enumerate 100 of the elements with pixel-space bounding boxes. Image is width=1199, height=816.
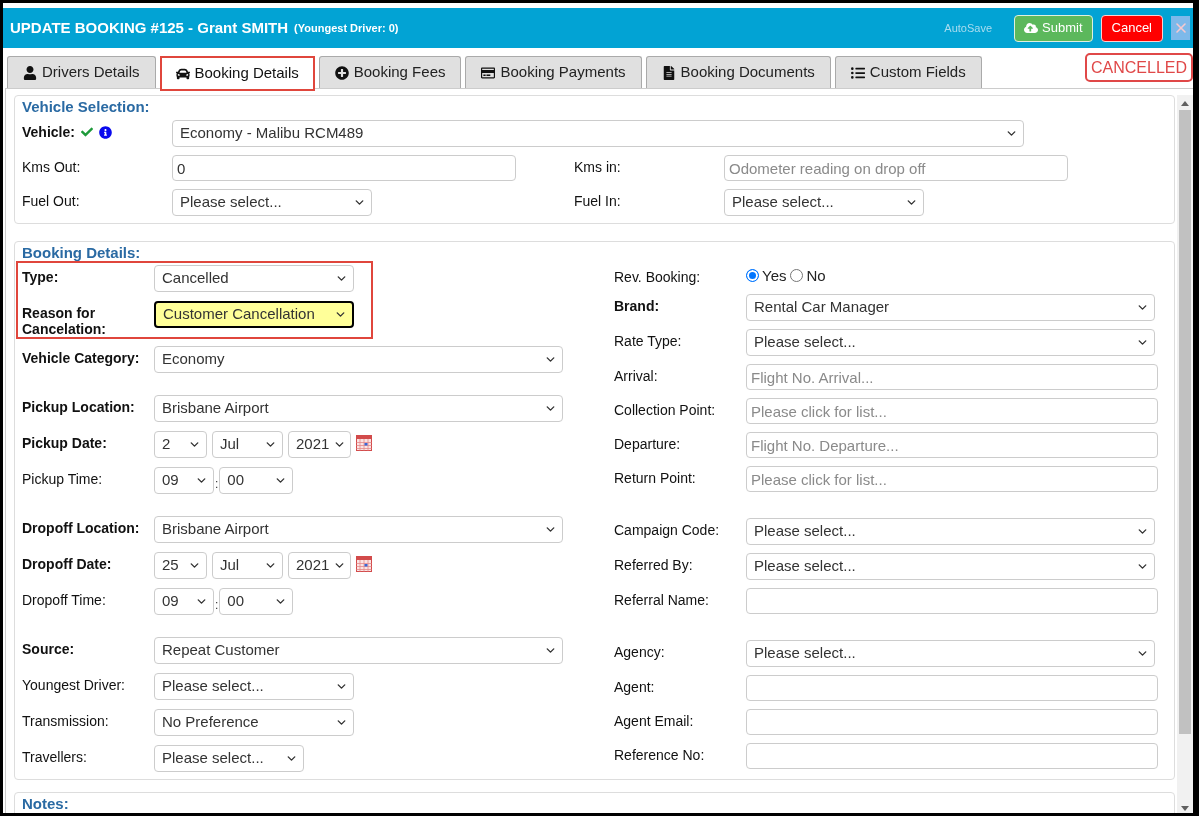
field-label: Campaign Code: <box>614 522 720 538</box>
tab[interactable]: Booking Payments <box>465 56 642 88</box>
field-label: Referral Name: <box>614 592 709 608</box>
scroll-up-icon[interactable] <box>1181 101 1189 106</box>
window-title: UPDATE BOOKING #125 - Grant SMITH <box>10 17 289 38</box>
user-icon <box>23 65 37 80</box>
section-title: Notes: <box>22 795 69 812</box>
dropdown[interactable]: Please select... <box>746 329 1155 356</box>
field-label: Fuel Out: <box>22 193 80 209</box>
car-icon <box>175 66 190 81</box>
dropdown[interactable]: Economy <box>154 346 563 373</box>
status-badge: CANCELLED <box>1084 53 1193 82</box>
radio-option[interactable]: No <box>790 266 826 285</box>
field-label: Pickup Time: <box>22 471 103 487</box>
radio-button[interactable] <box>746 269 759 282</box>
field-label: Agent: <box>614 679 655 695</box>
text-input[interactable]: Please click for list... <box>746 398 1158 424</box>
field-label: Departure: <box>614 436 681 452</box>
section-title: Booking Details: <box>22 244 141 261</box>
calendar-icon[interactable] <box>356 556 372 572</box>
field-label: Transmission: <box>22 713 109 729</box>
field-label: Rate Type: <box>614 333 682 349</box>
field-label: Source: <box>22 641 75 657</box>
calendar-icon[interactable] <box>356 435 372 451</box>
dropdown[interactable]: Brisbane Airport <box>154 395 563 422</box>
field-label: Vehicle: <box>22 124 75 140</box>
text-input[interactable] <box>746 675 1158 701</box>
radio-button[interactable] <box>790 269 804 282</box>
info-icon[interactable] <box>98 125 112 139</box>
tab[interactable]: Booking Details <box>159 56 315 91</box>
scroll-down-icon[interactable] <box>1181 806 1189 811</box>
field-label: Type: <box>22 269 59 285</box>
scrollbar-thumb[interactable] <box>1179 110 1191 734</box>
field-label: Agency: <box>614 644 665 660</box>
dropdown[interactable]: Customer Cancellation <box>154 301 354 328</box>
credit-card-icon <box>481 65 496 80</box>
dropdown[interactable]: 09 <box>154 467 214 494</box>
field-label: Referred By: <box>614 557 693 573</box>
field-label: Kms Out: <box>22 159 81 175</box>
field-label: Pickup Location: <box>22 399 135 415</box>
dropdown[interactable]: 2021 <box>288 552 351 579</box>
dropdown[interactable]: Brisbane Airport <box>154 516 563 543</box>
dropdown[interactable]: 2021 <box>288 431 351 458</box>
tab[interactable]: Booking Fees <box>318 56 462 88</box>
dropdown[interactable]: Please select... <box>154 745 304 772</box>
text-input[interactable] <box>746 709 1158 735</box>
dropdown[interactable]: 00 <box>219 588 294 615</box>
dropdown[interactable]: Please select... <box>746 553 1155 580</box>
autosave-label: AutoSave <box>944 20 993 36</box>
field-label: Kms in: <box>574 159 621 175</box>
document-icon <box>661 65 676 80</box>
text-input[interactable]: Odometer reading on drop off <box>724 155 1068 181</box>
dropdown[interactable]: Please select... <box>172 189 372 216</box>
section-title: Vehicle Selection: <box>22 98 150 115</box>
dropdown[interactable]: No Preference <box>154 709 354 736</box>
field-label: Dropoff Date: <box>22 556 112 572</box>
text-input[interactable] <box>746 743 1158 769</box>
text-input[interactable]: Flight No. Departure... <box>746 432 1158 458</box>
tab[interactable]: Custom Fields <box>834 56 982 88</box>
list-icon <box>850 65 865 80</box>
field-label: Rev. Booking: <box>614 269 701 285</box>
time-separator: : <box>214 478 220 493</box>
text-input[interactable]: Flight No. Arrival... <box>746 364 1158 390</box>
dropdown[interactable]: Please select... <box>154 673 354 700</box>
text-input[interactable]: Please click for list... <box>746 466 1158 492</box>
field-label: Pickup Date: <box>22 435 107 451</box>
cloud-upload-icon <box>1024 21 1039 35</box>
field-label: Youngest Driver: <box>22 677 125 693</box>
field-label: Arrival: <box>614 368 658 384</box>
dropdown[interactable]: 00 <box>219 467 294 494</box>
radio-option[interactable]: Yes <box>746 266 787 285</box>
dropdown[interactable]: 2 <box>154 431 207 458</box>
dropdown[interactable]: Jul <box>212 552 283 579</box>
dropdown[interactable]: Cancelled <box>154 265 354 292</box>
dropdown[interactable]: 25 <box>154 552 207 579</box>
tab[interactable]: Drivers Details <box>7 56 156 88</box>
dropdown[interactable]: Rental Car Manager <box>746 294 1155 321</box>
field-label: Fuel In: <box>574 193 621 209</box>
dropdown[interactable]: 09 <box>154 588 214 615</box>
dropdown[interactable]: Repeat Customer <box>154 637 563 664</box>
cancel-button[interactable]: Cancel <box>1100 14 1163 42</box>
text-input[interactable]: 0 <box>172 155 516 181</box>
field-label: Agent Email: <box>614 713 694 729</box>
text-input[interactable] <box>746 588 1158 614</box>
dropdown[interactable]: Economy - Malibu RCM489 <box>172 120 1024 147</box>
field-label: Reason for Cancelation: <box>22 305 106 337</box>
field-label: Brand: <box>614 298 660 314</box>
dropdown[interactable]: Please select... <box>746 640 1155 667</box>
scrollbar[interactable] <box>1177 95 1193 813</box>
title-note: (Youngest Driver: 0) <box>294 21 399 36</box>
field-label: Collection Point: <box>614 402 716 418</box>
field-label: Reference No: <box>614 747 705 763</box>
field-label: Dropoff Time: <box>22 592 106 608</box>
field-label: Travellers: <box>22 749 87 765</box>
time-separator: : <box>214 599 220 614</box>
field-label: Vehicle Category: <box>22 350 140 366</box>
dropdown[interactable]: Please select... <box>724 189 924 216</box>
dropdown[interactable]: Please select... <box>746 518 1155 545</box>
dropdown[interactable]: Jul <box>212 431 283 458</box>
tab[interactable]: Booking Documents <box>645 56 831 88</box>
